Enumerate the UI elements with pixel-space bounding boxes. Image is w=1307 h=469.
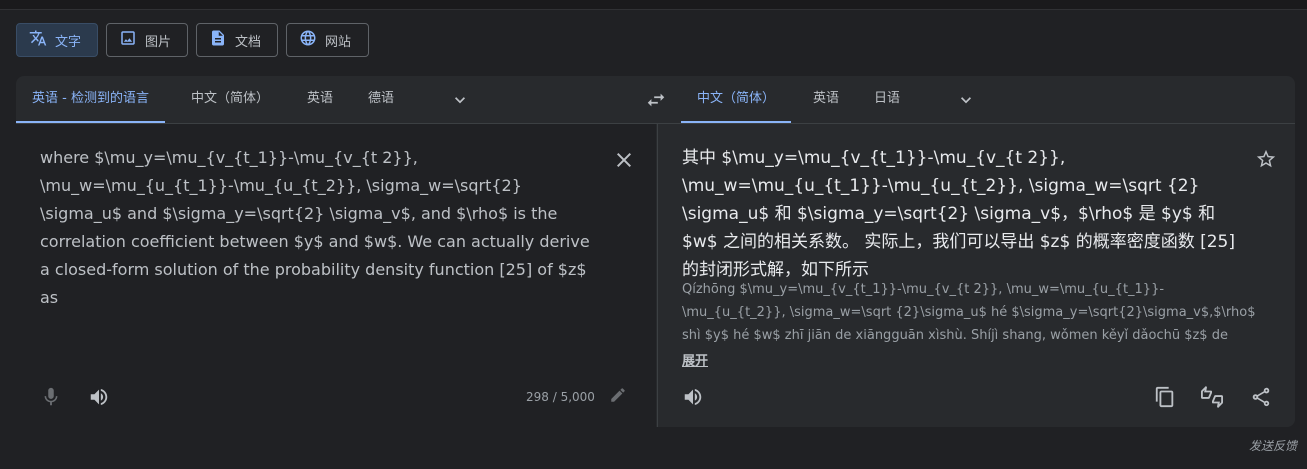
tab-detect-language[interactable]: 英语 - 检测到的语言: [16, 76, 165, 123]
swap-icon: [645, 93, 667, 115]
microphone-icon: [40, 387, 62, 412]
mode-text-label: 文字: [55, 34, 82, 50]
star-icon: [1255, 149, 1277, 174]
source-listen-button[interactable]: [88, 386, 110, 408]
translate-icon: [29, 29, 47, 51]
tab-source-english[interactable]: 英语: [291, 76, 349, 123]
tab-source-chinese[interactable]: 中文（简体）: [175, 76, 285, 123]
character-count: 298 / 5,000: [526, 390, 595, 404]
source-pane: where $\mu_y=\mu_{v_{t_1}}-\mu_{v_{t 2}}…: [16, 124, 656, 427]
share-translation-button[interactable]: [1250, 386, 1272, 408]
copy-translation-button[interactable]: [1154, 386, 1176, 408]
target-listen-button[interactable]: [682, 386, 704, 408]
image-icon: [119, 29, 137, 51]
mode-website-button[interactable]: 网站: [286, 23, 369, 57]
clear-source-button[interactable]: [612, 148, 636, 172]
tab-source-german[interactable]: 德语: [352, 76, 410, 123]
rate-translation-button[interactable]: [1201, 386, 1223, 408]
save-translation-button[interactable]: [1255, 148, 1277, 170]
tab-target-english[interactable]: 英语: [797, 76, 855, 123]
language-bar: 英语 - 检测到的语言 中文（简体） 英语 德语 中文（简体） 英语 日语: [16, 76, 1295, 124]
expand-link[interactable]: 展开: [682, 350, 708, 369]
target-pane: 其中 $\mu_y=\mu_{v_{t_1}}-\mu_{v_{t 2}}, \…: [657, 124, 1295, 427]
mode-website-label: 网站: [325, 34, 352, 50]
globe-icon: [299, 29, 317, 51]
close-icon: [612, 153, 636, 176]
share-icon: [1250, 387, 1272, 412]
mode-image-button[interactable]: 图片: [106, 23, 188, 57]
edit-button[interactable]: [609, 386, 627, 404]
tab-target-japanese[interactable]: 日语: [858, 76, 916, 123]
speaker-icon: [88, 388, 110, 412]
mode-text-button[interactable]: 文字: [16, 23, 98, 57]
thumbs-up-down-icon: [1201, 386, 1223, 412]
translation-output: 其中 $\mu_y=\mu_{v_{t_1}}-\mu_{v_{t 2}}, \…: [682, 148, 1236, 280]
pencil-icon: [609, 388, 627, 408]
document-icon: [209, 29, 227, 51]
swap-languages-button[interactable]: [645, 89, 667, 111]
chevron-down-icon: [956, 95, 976, 114]
microphone-button[interactable]: [40, 386, 62, 408]
source-language-dropdown[interactable]: [450, 90, 470, 110]
copy-icon: [1154, 386, 1176, 412]
top-bar: [0, 0, 1307, 10]
mode-document-label: 文档: [235, 34, 262, 50]
target-language-dropdown[interactable]: [956, 90, 976, 110]
translation-panel: 英语 - 检测到的语言 中文（简体） 英语 德语 中文（简体） 英语 日语 wh…: [16, 76, 1295, 427]
mode-image-label: 图片: [145, 34, 172, 50]
chevron-down-icon: [450, 95, 470, 114]
mode-document-button[interactable]: 文档: [196, 23, 278, 57]
send-feedback-link[interactable]: 发送反馈: [1249, 437, 1297, 454]
tab-target-chinese[interactable]: 中文（简体）: [681, 76, 792, 123]
transliteration-text: Qízhōng $\mu_y=\mu_{v_{t_1}}-\mu_{v_{t 2…: [682, 282, 1256, 343]
source-text-input[interactable]: where $\mu_y=\mu_{v_{t_1}}-\mu_{v_{t 2}}…: [40, 144, 596, 312]
speaker-icon: [682, 388, 704, 412]
